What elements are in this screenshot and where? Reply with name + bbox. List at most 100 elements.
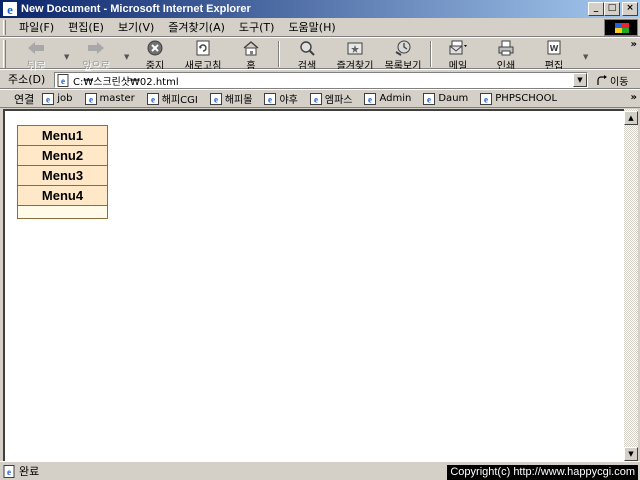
vertical-scrollbar[interactable]: ▲ ▼ bbox=[624, 109, 638, 461]
link-label: Daum bbox=[438, 93, 469, 104]
title-bar[interactable]: e New Document - Microsoft Internet Expl… bbox=[0, 0, 640, 18]
menu-edit[interactable]: 편집(E) bbox=[61, 19, 111, 35]
link-label: job bbox=[57, 93, 73, 104]
links-bar: 연결 e job e master e 해피CGI e 해피몰 e 야후 e 엠파스 e Ad… bbox=[0, 89, 640, 108]
close-button[interactable]: × bbox=[622, 2, 638, 16]
link-label: PHPSCHOOL bbox=[495, 93, 558, 104]
edit-dropdown-icon[interactable]: ▼ bbox=[583, 53, 588, 61]
toolbar-separator-2 bbox=[430, 41, 432, 67]
standard-toolbar: 뒤로 ▼ 앞으로 ▼ 중지 새로고침 홈 검색 즐겨찾기 목록보기 메일 인쇄 … bbox=[0, 37, 640, 72]
link-job[interactable]: e job bbox=[42, 92, 73, 105]
menubar-grip[interactable] bbox=[3, 19, 6, 35]
link-page-icon: e bbox=[423, 92, 436, 105]
link-label: Admin bbox=[379, 93, 412, 104]
address-label: 주소(D) bbox=[8, 73, 46, 86]
link-happymall[interactable]: e 해피몰 bbox=[209, 91, 253, 106]
menu-table: Menu1 Menu2 Menu3 Menu4 bbox=[17, 125, 108, 219]
link-page-icon: e bbox=[84, 92, 97, 105]
favorites-button[interactable]: 즐겨찾기 bbox=[331, 40, 379, 72]
link-page-icon: e bbox=[146, 92, 159, 105]
done-page-icon: e bbox=[3, 464, 15, 478]
menu-file[interactable]: 파일(F) bbox=[12, 19, 61, 35]
edit-button[interactable]: W 편집 bbox=[530, 40, 578, 72]
svg-text:e: e bbox=[7, 467, 11, 477]
page-content: Menu1 Menu2 Menu3 Menu4 bbox=[3, 109, 624, 461]
home-button[interactable]: 홈 bbox=[227, 40, 275, 72]
search-icon bbox=[300, 41, 315, 56]
stop-button[interactable]: 중지 bbox=[131, 40, 179, 72]
mail-button[interactable]: 메일 bbox=[434, 40, 482, 72]
word-edit-icon: W bbox=[547, 40, 561, 55]
menu-help[interactable]: 도움말(H) bbox=[281, 19, 342, 35]
menu-bar: 파일(F) 편집(E) 보기(V) 즐겨찾기(A) 도구(T) 도움말(H) bbox=[0, 18, 640, 37]
printer-icon bbox=[498, 40, 514, 56]
link-empas[interactable]: e 엠파스 bbox=[309, 91, 353, 106]
links-more-chevron[interactable]: » bbox=[631, 92, 637, 103]
svg-text:W: W bbox=[550, 44, 559, 53]
maximize-button[interactable]: □ bbox=[604, 2, 620, 16]
print-button[interactable]: 인쇄 bbox=[482, 40, 530, 72]
svg-text:e: e bbox=[368, 94, 372, 104]
address-input[interactable] bbox=[73, 74, 563, 86]
link-master[interactable]: e master bbox=[84, 92, 135, 105]
windows-throbber bbox=[604, 19, 638, 36]
link-label: master bbox=[99, 93, 135, 104]
mail-icon bbox=[449, 40, 467, 55]
svg-text:e: e bbox=[484, 94, 488, 104]
copyright-banner: Copyright(c) http://www.happycgi.com bbox=[447, 465, 638, 480]
svg-text:e: e bbox=[314, 94, 318, 104]
link-daum[interactable]: e Daum bbox=[423, 92, 469, 105]
go-label: 이동 bbox=[610, 77, 629, 88]
back-dropdown-icon[interactable]: ▼ bbox=[64, 53, 69, 61]
link-page-icon: e bbox=[42, 92, 55, 105]
forward-arrow-icon bbox=[88, 42, 104, 54]
address-box[interactable]: e ▼ bbox=[54, 72, 588, 88]
status-bar: e 완료 Copyright(c) http://www.happycgi.co… bbox=[0, 461, 640, 480]
refresh-button[interactable]: 새로고침 bbox=[179, 40, 227, 72]
svg-text:e: e bbox=[61, 76, 65, 86]
favorites-icon bbox=[347, 42, 363, 55]
link-happycgi[interactable]: e 해피CGI bbox=[146, 91, 198, 106]
link-yahoo[interactable]: e 야후 bbox=[264, 91, 298, 106]
scroll-down-arrow-icon[interactable]: ▼ bbox=[624, 447, 638, 461]
link-page-icon: e bbox=[364, 92, 377, 105]
menu-empty-cell bbox=[17, 205, 108, 219]
menu-link-4[interactable]: Menu4 bbox=[17, 185, 108, 206]
toolbar-more-chevron[interactable]: » bbox=[631, 39, 637, 50]
menu-favorites[interactable]: 즐겨찾기(A) bbox=[161, 19, 232, 35]
link-admin[interactable]: e Admin bbox=[364, 92, 412, 105]
svg-text:e: e bbox=[46, 94, 50, 104]
forward-dropdown-icon[interactable]: ▼ bbox=[124, 53, 129, 61]
home-icon bbox=[243, 41, 259, 56]
link-page-icon: e bbox=[480, 92, 493, 105]
link-label: 해피몰 bbox=[224, 95, 253, 106]
scroll-up-arrow-icon[interactable]: ▲ bbox=[624, 111, 638, 125]
back-button[interactable]: 뒤로 bbox=[12, 40, 60, 72]
link-page-icon: e bbox=[209, 92, 222, 105]
menu-link-3[interactable]: Menu3 bbox=[17, 165, 108, 186]
menu-view[interactable]: 보기(V) bbox=[111, 19, 161, 35]
svg-text:e: e bbox=[214, 94, 218, 104]
go-button[interactable]: 이동 bbox=[596, 73, 628, 88]
link-page-icon: e bbox=[309, 92, 322, 105]
status-text: 완료 bbox=[19, 465, 40, 478]
toolbar-grip[interactable] bbox=[3, 40, 6, 68]
go-arrow-icon bbox=[597, 74, 607, 85]
search-button[interactable]: 검색 bbox=[283, 40, 331, 72]
menu-link-1[interactable]: Menu1 bbox=[17, 125, 108, 146]
menu-link-2[interactable]: Menu2 bbox=[17, 145, 108, 166]
menu-tools[interactable]: 도구(T) bbox=[232, 19, 282, 35]
minimize-button[interactable]: _ bbox=[588, 2, 604, 16]
address-dropdown-icon[interactable]: ▼ bbox=[573, 73, 587, 87]
link-label: 야후 bbox=[279, 95, 298, 106]
svg-text:e: e bbox=[268, 94, 272, 104]
link-label: 해피CGI bbox=[161, 95, 198, 106]
windows-flag-icon bbox=[615, 23, 629, 33]
browser-window: e New Document - Microsoft Internet Expl… bbox=[0, 0, 640, 480]
svg-text:e: e bbox=[151, 94, 155, 104]
history-button[interactable]: 목록보기 bbox=[379, 40, 427, 72]
link-phpschool[interactable]: e PHPSCHOOL bbox=[480, 92, 558, 105]
toolbar-separator bbox=[278, 41, 280, 67]
link-label: 엠파스 bbox=[324, 95, 353, 106]
forward-button[interactable]: 앞으로 bbox=[72, 40, 120, 72]
